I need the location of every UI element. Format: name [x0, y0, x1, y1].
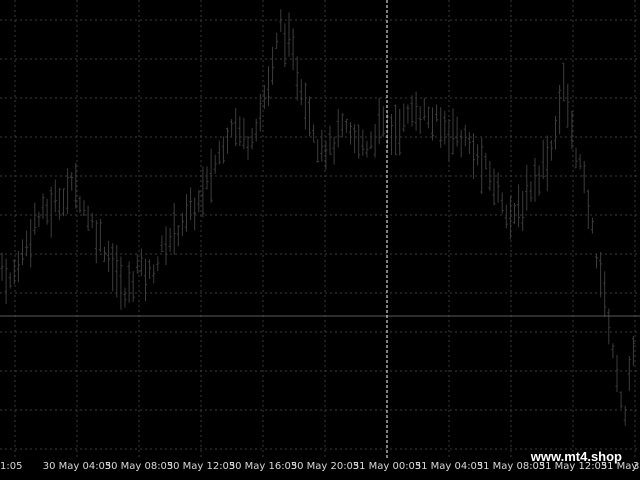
time-tick-label: 30 May 16:05 [228, 461, 298, 472]
time-tick-label: 31 May 04:05 [414, 461, 484, 472]
time-tick-label: 1:05 [0, 461, 23, 472]
time-tick-label: 30 May 04:05 [42, 461, 112, 472]
time-tick-label: 30 May 12:05 [166, 461, 236, 472]
time-tick-label: 30 May 08:05 [104, 461, 174, 472]
price-chart[interactable] [0, 0, 640, 480]
time-tick-label: 30 May 20:05 [290, 461, 360, 472]
time-tick-label: 31 May 00:05 [352, 461, 422, 472]
watermark: www.mt4.shop [530, 449, 622, 464]
time-tick-label: 3 [633, 461, 640, 472]
chart-window[interactable]: 1:05 30 May 04:05 30 May 08:05 30 May 12:05… [0, 0, 640, 480]
